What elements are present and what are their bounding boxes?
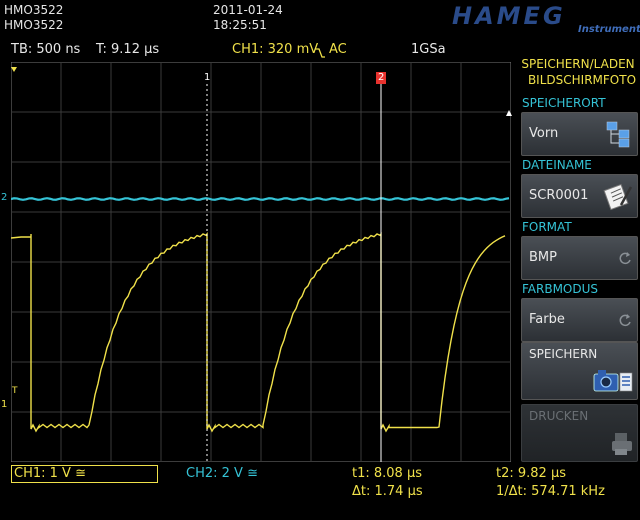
ch1-offset-label: 1 <box>1 399 8 410</box>
ch1-offset-marker[interactable]: 1 <box>1 399 7 410</box>
dateiname-label: DATEINAME <box>522 158 592 172</box>
cursor-t1-readout: t1: 8.08 µs <box>352 466 423 481</box>
ch2-offset-marker[interactable]: 2 <box>1 192 7 203</box>
farbmodus-label: FARBMODUS <box>522 282 599 296</box>
ch1-setting-box[interactable]: CH1: 1 V ≅ <box>11 465 158 483</box>
drucken-label: DRUCKEN <box>529 409 589 423</box>
menu-title: SPEICHERN/LADEN <box>521 57 635 71</box>
sample-rate-readout: 1GSa <box>411 42 446 57</box>
trigger-position-marker <box>11 58 17 72</box>
brand-subtitle: Instruments <box>578 24 640 35</box>
model-name-1: HMO3522 <box>4 3 64 17</box>
rotate-select-icon <box>619 252 631 265</box>
farbmodus-button[interactable]: Farbe <box>521 298 638 342</box>
edit-notepad-icon <box>603 183 633 211</box>
trigger-level-marker[interactable]: T <box>12 386 18 396</box>
ch1-trace <box>11 232 506 433</box>
waveform-display[interactable] <box>11 62 511 462</box>
trigger-source-readout[interactable]: CH1: 320 mV <box>232 42 318 58</box>
printer-icon <box>612 433 632 455</box>
time-display: 18:25:51 <box>213 18 267 32</box>
folder-tree-icon <box>606 121 630 148</box>
camera-icon <box>593 370 633 392</box>
format-button[interactable]: BMP <box>521 236 638 280</box>
graticule <box>11 62 511 462</box>
rotate-select-icon <box>619 314 631 327</box>
speichern-button[interactable]: SPEICHERN <box>521 342 638 400</box>
timebase-readout[interactable]: TB: 500 ns <box>11 42 80 58</box>
format-value: BMP <box>529 250 557 265</box>
speichern-label: SPEICHERN <box>529 347 598 361</box>
date-display: 2011-01-24 <box>213 3 283 17</box>
cursor-t2-readout: t2: 9.82 µs <box>496 466 567 481</box>
trigger-coupling-readout[interactable]: AC <box>329 42 347 58</box>
cursor-freq-readout: 1/Δt: 574.71 kHz <box>496 484 605 499</box>
dateiname-value: SCR0001 <box>529 188 589 203</box>
cursor-1-marker[interactable]: 1 <box>204 72 210 83</box>
ch1-setting: CH1: 1 V ≅ <box>14 466 86 481</box>
speicherort-button[interactable]: Vorn <box>521 112 638 156</box>
cursor-2-marker[interactable]: 2 <box>378 72 384 83</box>
ch2-setting[interactable]: CH2: 2 V ≅ <box>186 466 258 482</box>
dateiname-button[interactable]: SCR0001 <box>521 174 638 218</box>
speicherort-label: SPEICHERORT <box>522 96 606 110</box>
ch2-offset-label: 2 <box>1 192 8 203</box>
format-label: FORMAT <box>522 220 572 234</box>
scroll-up-icon[interactable] <box>506 101 512 116</box>
farbmodus-value: Farbe <box>529 312 565 327</box>
cursor-delta-readout: Δt: 1.74 µs <box>352 484 423 499</box>
ch2-trace <box>11 197 510 201</box>
drucken-button[interactable]: DRUCKEN <box>521 404 638 462</box>
speicherort-value: Vorn <box>529 126 559 141</box>
brand-logo: HAMEG <box>452 2 566 30</box>
menu-subtitle: BILDSCHIRMFOTO <box>527 73 637 87</box>
trigger-time-readout[interactable]: T: 9.12 µs <box>96 42 159 58</box>
falling-edge-icon <box>314 44 326 58</box>
model-name-2: HMO3522 <box>4 18 64 32</box>
